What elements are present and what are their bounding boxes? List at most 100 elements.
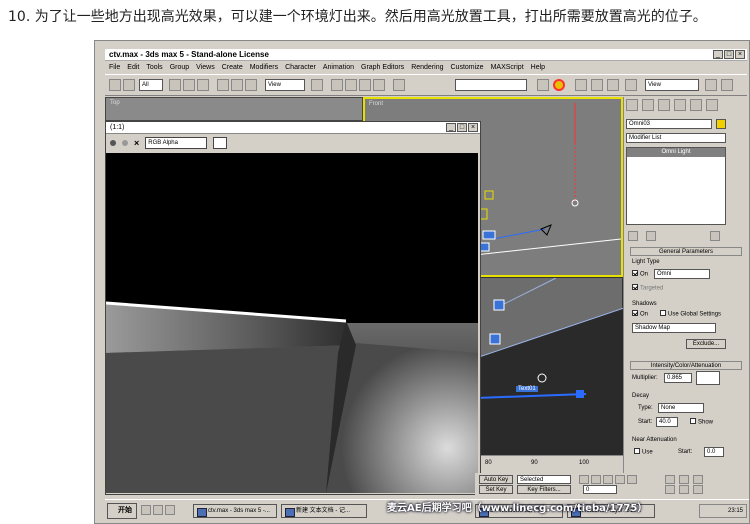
- maximize-viewport-icon[interactable]: [693, 485, 703, 494]
- modifier-list-select[interactable]: Modifier List: [626, 133, 726, 143]
- modify-tab-icon[interactable]: [642, 99, 654, 111]
- shadows-on-checkbox[interactable]: On: [632, 310, 648, 318]
- snap-icon[interactable]: [331, 79, 343, 91]
- start-button[interactable]: 开始: [107, 503, 137, 519]
- menu-graph-editors[interactable]: Graph Editors: [361, 64, 404, 71]
- mirror-icon[interactable]: [537, 79, 549, 91]
- decay-start-spinner[interactable]: 40.0: [656, 417, 678, 427]
- undo-icon[interactable]: [109, 79, 121, 91]
- zoom-icon[interactable]: [679, 475, 689, 484]
- scale-icon[interactable]: [245, 79, 257, 91]
- channel-dot-icon[interactable]: [122, 140, 128, 146]
- rendered-frame-window[interactable]: (1:1) _ □ × × RGB Alpha: [105, 121, 481, 495]
- shadow-type-select[interactable]: Shadow Map: [632, 323, 716, 333]
- multiplier-spinner[interactable]: 0.865: [664, 373, 692, 383]
- menu-character[interactable]: Character: [285, 64, 316, 71]
- menu-rendering[interactable]: Rendering: [411, 64, 443, 71]
- exclude-button[interactable]: Exclude...: [686, 339, 726, 349]
- show-end-result-icon[interactable]: [646, 231, 656, 241]
- media-icon[interactable]: [165, 505, 175, 515]
- taskbar-item-notepad[interactable]: 新建 文本文档 - 记...: [281, 504, 367, 518]
- modifier-stack-item[interactable]: Omni Light: [627, 148, 725, 157]
- channel-dot-icon[interactable]: [110, 140, 116, 146]
- schematic-view-icon[interactable]: [591, 79, 603, 91]
- move-icon[interactable]: [217, 79, 229, 91]
- ref-coord-select[interactable]: View: [265, 79, 305, 91]
- set-key-button[interactable]: Set Key: [479, 485, 513, 494]
- key-mode-select[interactable]: Selected: [517, 475, 571, 484]
- render-minimize-button[interactable]: _: [446, 123, 456, 132]
- light-type-select[interactable]: Omni: [654, 269, 710, 279]
- prev-frame-icon[interactable]: [591, 475, 601, 484]
- render-close-button[interactable]: ×: [468, 123, 478, 132]
- percent-snap-icon[interactable]: [359, 79, 371, 91]
- select-by-name-icon[interactable]: [183, 79, 195, 91]
- utilities-tab-icon[interactable]: [706, 99, 718, 111]
- menu-edit[interactable]: Edit: [127, 64, 139, 71]
- motion-tab-icon[interactable]: [674, 99, 686, 111]
- selection-filter-select[interactable]: All: [139, 79, 163, 91]
- pin-stack-icon[interactable]: [628, 231, 638, 241]
- maximize-button[interactable]: □: [724, 50, 734, 59]
- active-shade-icon[interactable]: [721, 79, 733, 91]
- color-swatch[interactable]: [213, 137, 228, 149]
- object-name-field[interactable]: Omni03: [626, 119, 712, 129]
- menu-animation[interactable]: Animation: [323, 64, 354, 71]
- menu-tools[interactable]: Tools: [146, 64, 162, 71]
- auto-key-button[interactable]: Auto Key: [479, 475, 513, 484]
- near-start-spinner[interactable]: 0.0: [704, 447, 724, 457]
- modifier-stack[interactable]: Omni Light: [626, 147, 726, 225]
- edit-named-selection-icon[interactable]: [393, 79, 405, 91]
- angle-snap-icon[interactable]: [345, 79, 357, 91]
- light-color-swatch[interactable]: [696, 371, 720, 385]
- use-global-settings-checkbox[interactable]: Use Global Settings: [660, 310, 721, 318]
- display-tab-icon[interactable]: [690, 99, 702, 111]
- light-on-checkbox[interactable]: On: [632, 270, 648, 278]
- current-frame-field[interactable]: 0: [583, 485, 617, 494]
- object-color-swatch[interactable]: [716, 119, 726, 129]
- pan-icon[interactable]: [665, 475, 675, 484]
- menu-create[interactable]: Create: [222, 64, 243, 71]
- render-maximize-button[interactable]: □: [457, 123, 467, 132]
- menu-views[interactable]: Views: [196, 64, 215, 71]
- intensity-rollout[interactable]: Intensity/Color/Attenuation: [630, 361, 742, 370]
- zoom-all-icon[interactable]: [693, 475, 703, 484]
- menu-maxscript[interactable]: MAXScript: [491, 64, 524, 71]
- track-bar[interactable]: 80 90 100: [475, 455, 623, 473]
- spinner-snap-icon[interactable]: [373, 79, 385, 91]
- quick-render-icon[interactable]: [705, 79, 717, 91]
- configure-sets-icon[interactable]: [710, 231, 720, 241]
- create-tab-icon[interactable]: [626, 99, 638, 111]
- rotate-icon[interactable]: [231, 79, 243, 91]
- clear-icon[interactable]: ×: [134, 138, 139, 148]
- render-type-select[interactable]: View: [645, 79, 699, 91]
- play-icon[interactable]: [603, 475, 613, 484]
- curve-editor-icon[interactable]: [575, 79, 587, 91]
- redo-icon[interactable]: [123, 79, 135, 91]
- minimize-button[interactable]: _: [713, 50, 723, 59]
- go-to-end-icon[interactable]: [627, 475, 637, 484]
- close-button[interactable]: ×: [735, 50, 745, 59]
- desktop-icon[interactable]: [153, 505, 163, 515]
- menu-modifiers[interactable]: Modifiers: [250, 64, 278, 71]
- viewport-top[interactable]: Top: [105, 97, 363, 121]
- named-selection-set[interactable]: [455, 79, 527, 91]
- decay-show-checkbox[interactable]: Show: [690, 418, 713, 426]
- go-to-start-icon[interactable]: [579, 475, 589, 484]
- viewport-perspective[interactable]: Text01: [475, 277, 624, 456]
- general-parameters-rollout[interactable]: General Parameters: [630, 247, 742, 256]
- decay-type-select[interactable]: None: [658, 403, 704, 413]
- display-channel-select[interactable]: RGB Alpha: [145, 137, 208, 149]
- place-highlight-icon[interactable]: [553, 79, 565, 91]
- menu-customize[interactable]: Customize: [451, 64, 484, 71]
- taskbar-item-3dsmax[interactable]: ctv.max - 3ds max 5 -...: [193, 504, 277, 518]
- hierarchy-tab-icon[interactable]: [658, 99, 670, 111]
- select-object-icon[interactable]: [169, 79, 181, 91]
- targeted-checkbox[interactable]: Targeted: [632, 284, 663, 292]
- pivot-icon[interactable]: [311, 79, 323, 91]
- field-of-view-icon[interactable]: [665, 485, 675, 494]
- select-region-icon[interactable]: [197, 79, 209, 91]
- ie-icon[interactable]: [141, 505, 151, 515]
- menu-group[interactable]: Group: [170, 64, 189, 71]
- material-editor-icon[interactable]: [607, 79, 619, 91]
